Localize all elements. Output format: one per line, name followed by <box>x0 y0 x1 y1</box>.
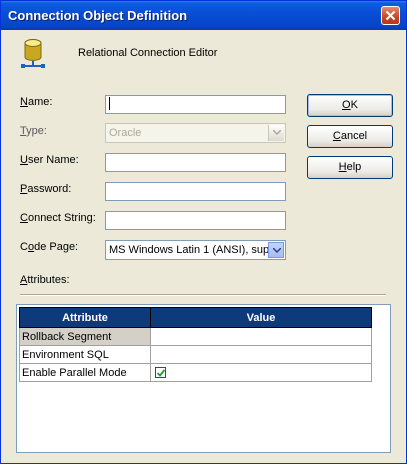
codepage-select[interactable]: MS Windows Latin 1 (ANSI), superset of L… <box>105 240 286 260</box>
username-label: User Name: <box>20 154 79 166</box>
attribute-cell[interactable]: Enable Parallel Mode <box>19 363 151 382</box>
help-label: Help <box>338 161 362 173</box>
attributes-grid[interactable]: Attribute Value Rollback Segment Environ… <box>16 304 391 453</box>
column-header-value[interactable]: Value <box>150 307 372 328</box>
ok-label: OK <box>342 99 358 111</box>
table-row[interactable]: Environment SQL <box>19 345 372 364</box>
attribute-cell[interactable]: Rollback Segment <box>19 327 151 346</box>
attributes-table: Attribute Value Rollback Segment Environ… <box>19 307 372 382</box>
value-cell[interactable] <box>150 345 372 364</box>
editor-title: Relational Connection Editor <box>78 47 218 59</box>
connect-string-input[interactable] <box>105 211 286 230</box>
type-select: Oracle <box>105 123 286 143</box>
parallel-mode-checkbox[interactable] <box>155 366 166 378</box>
divider <box>20 294 386 296</box>
title-bar[interactable]: Connection Object Definition <box>1 1 406 30</box>
attribute-cell[interactable]: Environment SQL <box>19 345 151 364</box>
type-value: Oracle <box>109 127 142 139</box>
dropdown-button[interactable] <box>268 242 284 258</box>
password-label: Password: <box>20 183 72 195</box>
checkmark-icon <box>157 368 165 377</box>
password-input[interactable] <box>105 182 286 201</box>
table-row[interactable]: Rollback Segment <box>19 327 372 346</box>
column-header-attribute[interactable]: Attribute <box>19 307 151 328</box>
cancel-label: Cancel <box>332 130 368 142</box>
chevron-down-icon <box>273 248 281 253</box>
dropdown-button <box>268 125 284 141</box>
type-label: Type: <box>20 125 47 137</box>
ok-button[interactable]: OK <box>307 94 393 117</box>
name-input[interactable] <box>105 95 286 114</box>
codepage-value: MS Windows Latin 1 (ANSI), superset of L… <box>109 244 285 256</box>
attributes-label: Attributes: <box>20 274 70 286</box>
value-cell[interactable] <box>150 327 372 346</box>
text-caret <box>109 97 110 110</box>
name-label: Name: <box>20 96 53 108</box>
cancel-button[interactable]: Cancel <box>307 125 393 148</box>
close-icon <box>385 10 396 21</box>
close-button[interactable] <box>381 6 400 25</box>
database-icon <box>21 39 45 68</box>
chevron-down-icon <box>273 130 281 135</box>
codepage-label: Code Page: <box>20 241 79 253</box>
value-cell[interactable] <box>150 363 372 382</box>
window-title: Connection Object Definition <box>8 8 188 23</box>
dialog-window: Connection Object Definition Relational … <box>0 0 407 464</box>
table-row[interactable]: Enable Parallel Mode <box>19 363 372 382</box>
username-input[interactable] <box>105 153 286 172</box>
help-button[interactable]: Help <box>307 156 393 179</box>
connect-string-label: Connect String: <box>20 212 96 224</box>
